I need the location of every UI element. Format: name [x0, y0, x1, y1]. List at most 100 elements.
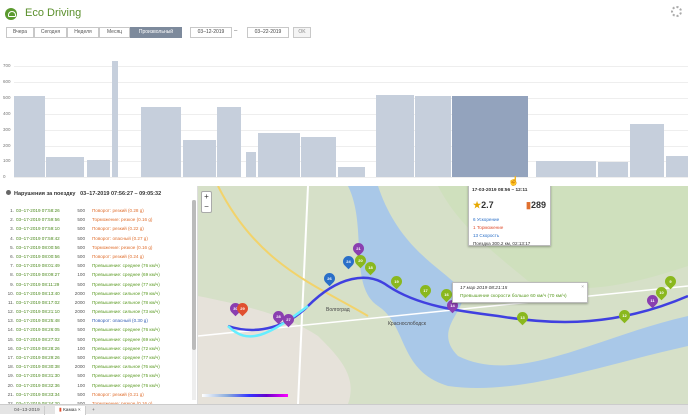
list-item[interactable]: 10. 03–17-2019 08:13:40 2000 Превышение: си… [3, 289, 193, 298]
chart-bar[interactable] [536, 161, 596, 177]
row-time: 03–17-2019 08:13:40 [16, 290, 60, 296]
row-description: Превышение: среднее (76 км/ч) [92, 263, 160, 269]
row-number: 17. [7, 355, 14, 360]
list-item[interactable]: 3. 03–17-2019 07:59:10 500 Поворот: резкий … [3, 224, 193, 233]
chart-bar[interactable] [415, 96, 451, 177]
panel-title: Нарушения за поездку [14, 191, 76, 197]
period-week[interactable]: Неделя [67, 27, 99, 38]
list-item[interactable]: 6. 03–17-2019 08:00:56 500 Поворот: резкий … [3, 252, 193, 261]
map-marker[interactable]: 17 [417, 282, 434, 299]
row-score: 2000 [74, 364, 85, 370]
chart-bar[interactable] [258, 132, 300, 177]
ok-button[interactable]: OK [293, 27, 311, 38]
chart-bar[interactable] [14, 96, 45, 177]
route-map[interactable]: Волгоград Краснослободск + − 21 24 20 18… [198, 186, 688, 404]
list-item[interactable]: 18. 03–17-2019 08:30:38 2000 Превышение: си… [3, 362, 193, 371]
row-number: 9. [10, 281, 14, 287]
row-time: 03–17-2019 08:31:30 [16, 373, 60, 379]
list-item[interactable]: 20. 03–17-2019 08:32:36 100 Превышение: сре… [3, 381, 193, 390]
period-yesterday[interactable]: Вчера [6, 27, 34, 38]
row-description: Поворот: опасный (0.30 g) [92, 318, 148, 324]
list-item[interactable]: 9. 03–17-2019 08:11:29 500 Превышение: сред… [3, 280, 193, 289]
row-score: 500 [77, 391, 85, 397]
chart-bar[interactable] [452, 96, 528, 177]
panel-scrollbar[interactable] [192, 200, 196, 400]
row-number: 21. [7, 391, 14, 397]
row-score: 2000 [74, 290, 85, 296]
row-score: 100 [77, 345, 85, 351]
chart-bar[interactable] [630, 123, 664, 177]
row-description: Превышение: сильное (78 км/ч) [92, 299, 160, 305]
list-item[interactable]: 1. 03–17-2019 07:58:26 500 Поворот: резкий … [3, 206, 193, 215]
chart-bar[interactable] [183, 139, 216, 177]
map-marker[interactable]: 13 [514, 309, 531, 326]
top-bar: Eco Driving [0, 0, 688, 26]
chart-bar[interactable] [217, 107, 241, 177]
row-description: Поворот: резкий (0.28 g) [92, 208, 144, 213]
row-description: Превышение: сильное (76 км/ч) [92, 364, 160, 370]
zoom-control[interactable]: + − [201, 191, 212, 213]
speed-legend [202, 394, 288, 404]
list-item[interactable]: 21. 03–17-2019 08:33:34 500 Поворот: резкий… [3, 390, 193, 399]
list-item[interactable]: 7. 03–17-2019 08:01:49 500 Превышение: сред… [3, 261, 193, 270]
row-time: 03–17-2019 07:59:42 [16, 235, 60, 241]
list-item[interactable]: 15. 03–17-2019 08:27:02 500 Превышение: сре… [3, 335, 193, 344]
date-to-input[interactable]: 03–22-2019 [247, 27, 289, 38]
period-toolbar: Вчера Сегодня Неделя Месяц Произвольный … [0, 26, 688, 40]
chart-bar[interactable] [87, 160, 110, 177]
row-description: Поворот: резкий (0.21 g) [92, 391, 144, 397]
map-marker[interactable]: 9 [662, 273, 679, 290]
period-today[interactable]: Сегодня [34, 27, 67, 38]
map-marker[interactable]: 12 [616, 307, 633, 324]
row-number: 16. [7, 345, 14, 351]
chart-bar[interactable] [112, 61, 118, 177]
row-time: 03–17-2019 08:00:56 [16, 244, 60, 250]
map-marker[interactable]: 19 [388, 273, 405, 290]
period-custom[interactable]: Произвольный [130, 27, 182, 38]
chart-bar[interactable] [666, 156, 688, 177]
chart-bar[interactable] [46, 157, 84, 177]
map-marker[interactable]: 18 [362, 259, 379, 276]
row-score: 100 [77, 382, 85, 388]
gear-icon[interactable] [671, 6, 682, 17]
list-item[interactable]: 17. 03–17-2019 08:29:26 500 Превышение: сре… [3, 353, 193, 362]
close-icon[interactable]: × [581, 285, 584, 290]
date-from-input[interactable]: 03–12-2019 [190, 27, 232, 38]
list-item[interactable]: 4. 03–17-2019 07:59:42 500 Поворот: опасный… [3, 234, 193, 243]
row-description: Превышение: среднее (76 км/ч) [92, 327, 160, 333]
map-marker[interactable]: 27 [280, 311, 297, 328]
list-item[interactable]: 11. 03–17-2019 08:17:02 2000 Превышение: си… [3, 298, 193, 307]
zoom-out-button[interactable]: − [202, 202, 211, 212]
map-marker[interactable]: 10 [653, 284, 670, 301]
trip-distance: Поездка 300.2 км, 02:13:17 [473, 241, 531, 246]
list-item[interactable]: 16. 03–17-2019 08:28:26 100 Превышение: сре… [3, 344, 193, 353]
list-item[interactable]: 2. 03–17-2019 07:59:56 500 Торможение: резк… [3, 215, 193, 224]
list-item[interactable]: 13. 03–17-2019 08:25:48 500 Поворот: опасны… [3, 316, 193, 325]
row-number: 8. [10, 272, 14, 278]
row-time: 03–17-2019 08:27:02 [16, 336, 60, 342]
list-item[interactable]: 14. 03–17-2019 08:26:05 500 Превышение: сре… [3, 325, 193, 334]
list-item[interactable]: 5. 03–17-2019 08:00:56 500 Торможение: резк… [3, 243, 193, 252]
row-number: 5. [10, 244, 14, 250]
chart-bar[interactable] [338, 167, 365, 177]
chart-bar[interactable] [141, 107, 181, 177]
row-score: 500 [77, 263, 85, 269]
list-item[interactable]: 19. 03–17-2019 08:31:30 500 Превышение: сре… [3, 371, 193, 380]
row-score: 500 [77, 281, 85, 287]
list-item[interactable]: 8. 03–17-2019 08:09:27 100 Превышение: сред… [3, 270, 193, 279]
row-description: Превышение: среднее (72 км/ч) [92, 345, 160, 351]
chart-bar[interactable] [598, 161, 628, 177]
chart-bar[interactable] [301, 136, 336, 177]
chart-bar[interactable] [376, 94, 414, 177]
map-marker[interactable]: 29 [234, 300, 251, 317]
row-description: Торможение: резкое (0.16 g) [92, 244, 153, 250]
list-item[interactable]: 12. 03–17-2019 08:21:10 2000 Превышение: си… [3, 307, 193, 316]
row-number: 4. [10, 235, 14, 241]
map-marker[interactable]: 26 [321, 270, 338, 287]
zoom-in-button[interactable]: + [202, 192, 211, 202]
panel-header: Нарушения за поездку 03–17-2019 07:56:27… [6, 190, 161, 197]
bottom-tabs: 04–13-2019 ▮ Камаз × + [0, 404, 688, 415]
violation-text: Превышение скорости больше 60 км/ч (70 к… [460, 294, 567, 299]
period-month[interactable]: Месяц [99, 27, 130, 38]
chart-bar[interactable] [246, 151, 256, 177]
